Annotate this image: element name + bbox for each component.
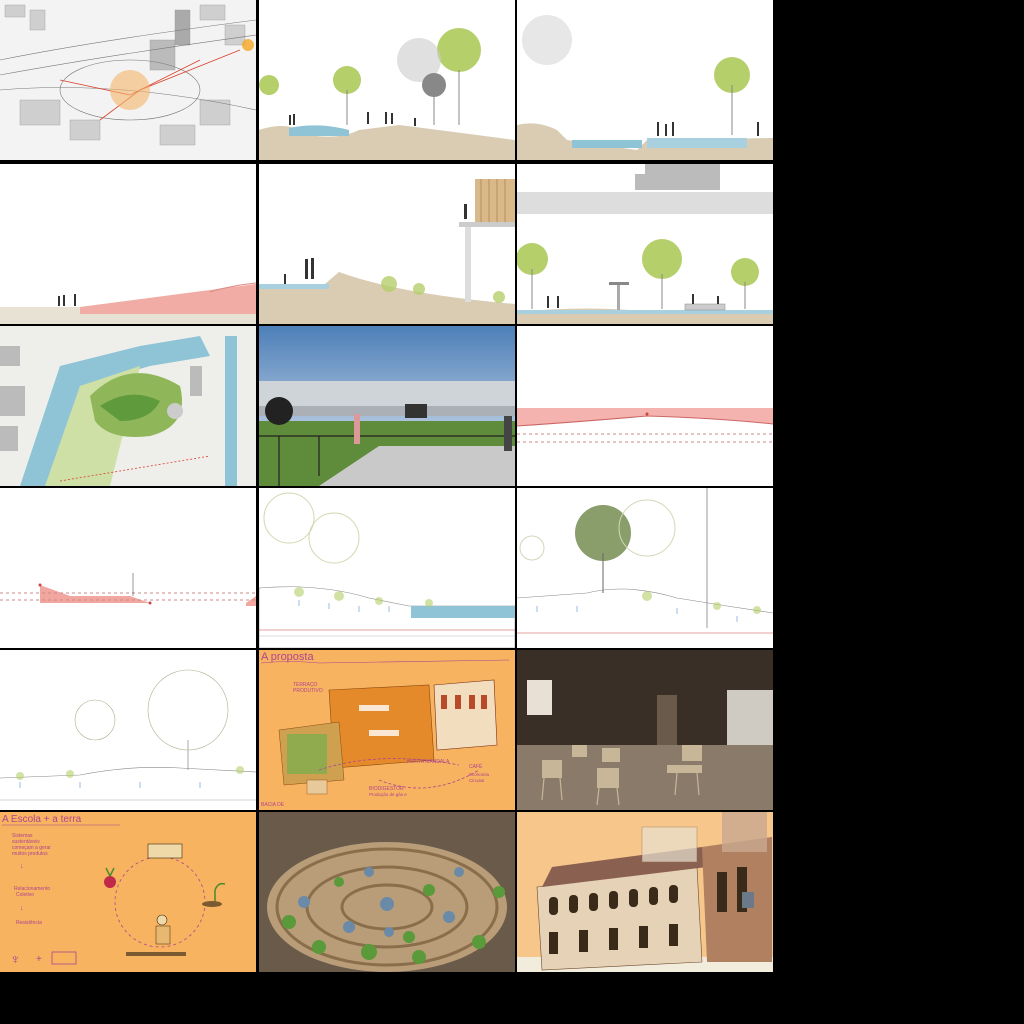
tile-site-plan <box>0 326 256 486</box>
arrow-down-1: ↓ <box>20 863 24 870</box>
proposal-title: A proposta <box>261 651 314 663</box>
farmer-icon <box>156 914 168 926</box>
label-produtivo: PRODUTIVO <box>293 688 323 694</box>
tile-model-mandala-garden <box>259 812 515 972</box>
label-cafe: CAFÉ <box>469 763 483 770</box>
tile-section-forest <box>517 488 773 648</box>
tile-section-embankment <box>0 488 256 648</box>
tile-model-building-facade <box>517 812 773 972</box>
plus-sign: + <box>36 954 42 965</box>
tile-render-elevated-walkway <box>259 326 515 486</box>
harvest-box-icon <box>147 843 183 859</box>
tile-proposal-diagram: A proposta TERRAÇO PRODUTIVO HORTA MANDA… <box>259 650 515 810</box>
tile-school-earth-diagram: A Escola + a terra Sistemas sustentáveis… <box>0 812 256 972</box>
label-bacia: BACIA DE <box>261 802 285 808</box>
text-coletivo: Coletivo <box>16 892 34 898</box>
label-producao-gas: Produção de gás e <box>369 792 407 797</box>
school-title: A Escola + a terra <box>2 814 82 825</box>
text-resistencia: Resistência <box>16 920 42 926</box>
tile-section-large-tree <box>0 650 256 810</box>
soil-mound-icon <box>202 901 222 907</box>
beet-icon <box>104 876 116 888</box>
tile-section-vegetation-water <box>259 488 515 648</box>
label-circular: Circular <box>469 778 485 783</box>
tile-model-interior-photo <box>517 650 773 810</box>
tile-section-park-river <box>259 0 515 160</box>
text-produtos: muitos produtos <box>12 851 48 857</box>
tile-section-highway <box>517 164 773 324</box>
tile-section-tower <box>259 164 515 324</box>
mermaid-icon: ♆ <box>10 951 21 967</box>
label-economia: Economia <box>469 772 490 777</box>
tile-section-flood-band <box>517 326 773 486</box>
tile-section-canal <box>517 0 773 160</box>
tile-section-ramp-steps <box>0 164 256 324</box>
label-horta-mandala: HORTA MANDALA <box>407 759 450 765</box>
image-grid: A proposta TERRAÇO PRODUTIVO HORTA MANDA… <box>0 0 774 972</box>
arrow-down-2: ↓ <box>20 905 24 912</box>
tile-urban-aerial-map <box>0 0 256 160</box>
